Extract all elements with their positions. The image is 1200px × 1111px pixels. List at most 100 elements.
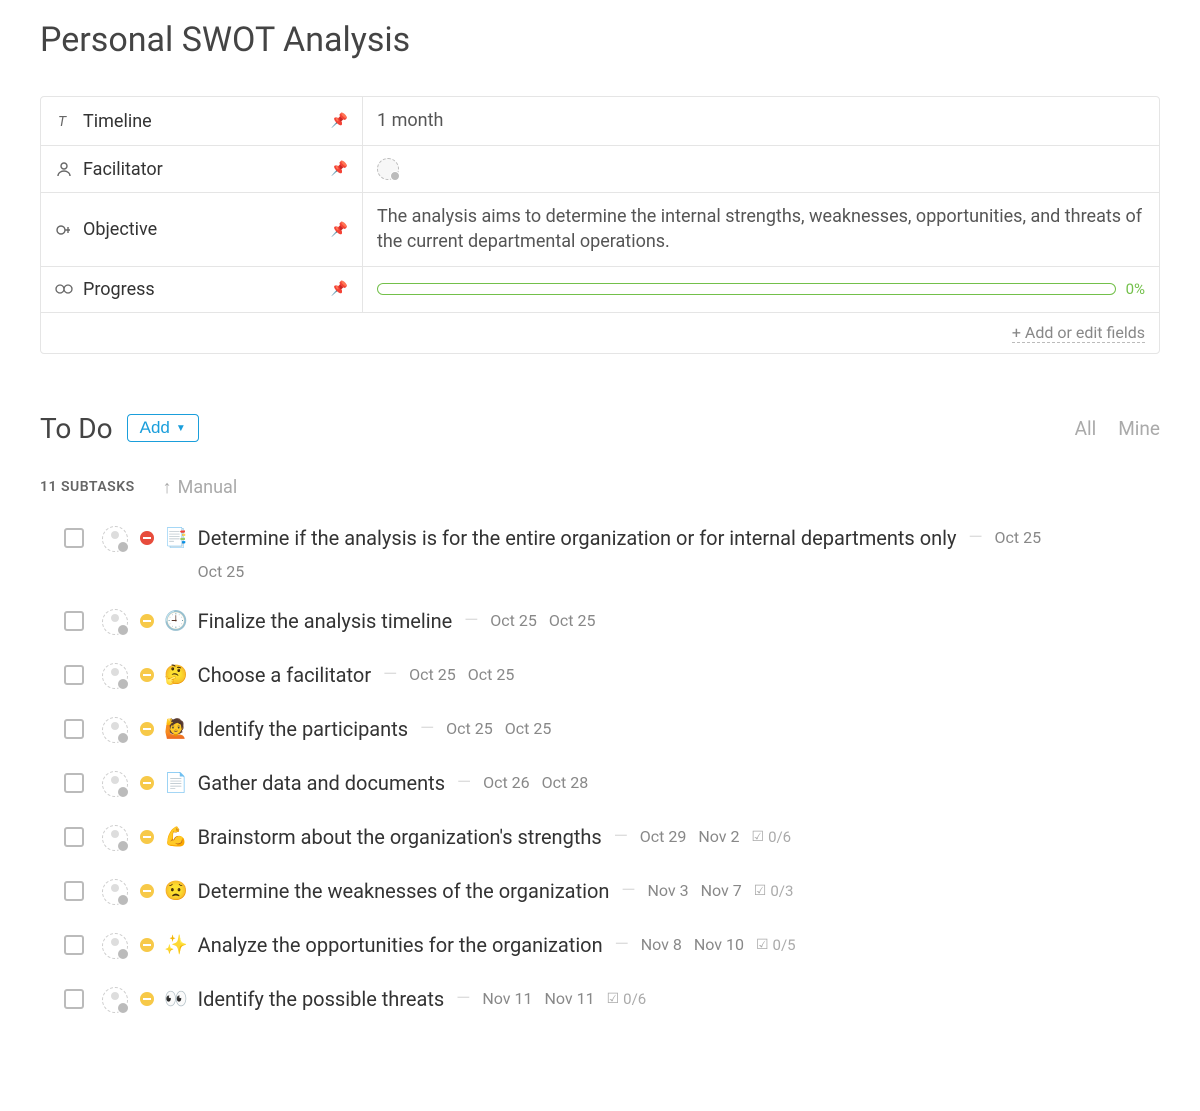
task-end-date[interactable]: Nov 7	[701, 881, 742, 900]
field-label-cell[interactable]: Objective 📌	[41, 193, 363, 266]
priority-icon[interactable]	[140, 531, 154, 545]
task-checklist-count[interactable]: ☑0/6	[752, 828, 792, 846]
task-start-date[interactable]: Oct 25	[446, 719, 493, 738]
task-title[interactable]: Brainstorm about the organization's stre…	[198, 825, 602, 849]
checkbox[interactable]	[64, 827, 84, 847]
task-end-date[interactable]: Oct 25	[468, 665, 515, 684]
task-start-date[interactable]: Nov 3	[647, 881, 688, 900]
task-title[interactable]: Determine if the analysis is for the ent…	[198, 526, 957, 550]
priority-icon[interactable]	[140, 614, 154, 628]
checkbox[interactable]	[64, 881, 84, 901]
subtask-row[interactable]: 📑Determine if the analysis is for the en…	[64, 526, 1160, 581]
filter-mine[interactable]: Mine	[1118, 417, 1160, 440]
assignee-placeholder-icon[interactable]	[102, 717, 128, 743]
task-body: Gather data and documents—Oct 26Oct 28	[198, 771, 1160, 795]
task-start-date[interactable]: Nov 8	[641, 935, 682, 954]
task-start-date[interactable]: Oct 25	[995, 528, 1042, 547]
task-body: Choose a facilitator — Oct 25 Oct 25	[198, 663, 1160, 687]
task-start-date[interactable]: Oct 25	[409, 665, 456, 684]
task-end-date[interactable]: Oct 25	[505, 719, 552, 738]
separator-icon: —	[614, 826, 628, 847]
checkbox[interactable]	[64, 773, 84, 793]
separator-icon: —	[383, 664, 397, 685]
subtask-row[interactable]: ✨Analyze the opportunities for the organ…	[64, 933, 1160, 959]
task-checklist-count[interactable]: ☑0/3	[754, 882, 794, 900]
subtask-row[interactable]: 🕘Finalize the analysis timeline—Oct 25Oc…	[64, 609, 1160, 635]
field-value-cell[interactable]: The analysis aims to determine the inter…	[363, 193, 1159, 266]
checkbox[interactable]	[64, 665, 84, 685]
checkbox[interactable]	[64, 935, 84, 955]
task-end-date[interactable]: Oct 25	[198, 562, 245, 581]
task-title[interactable]: Finalize the analysis timeline	[198, 609, 453, 633]
sort-mode[interactable]: ↑ Manual	[163, 477, 238, 498]
task-start-date[interactable]: Oct 25	[490, 611, 537, 630]
field-value: 1 month	[377, 109, 443, 133]
task-end-date[interactable]: Oct 25	[549, 611, 596, 630]
field-label-cell[interactable]: Facilitator 📌	[41, 146, 363, 192]
priority-icon[interactable]	[140, 668, 154, 682]
assignee-placeholder-icon[interactable]	[377, 158, 399, 180]
arrow-up-icon: ↑	[163, 477, 172, 498]
task-title[interactable]: Identify the participants	[198, 717, 408, 741]
task-start-date[interactable]: Oct 26	[483, 773, 530, 792]
field-label: Facilitator	[83, 159, 163, 180]
assignee-placeholder-icon[interactable]	[102, 933, 128, 959]
assignee-placeholder-icon[interactable]	[102, 663, 128, 689]
priority-icon[interactable]	[140, 776, 154, 790]
priority-icon[interactable]	[140, 884, 154, 898]
add-button[interactable]: Add ▼	[127, 414, 199, 442]
subtask-row[interactable]: 📄Gather data and documents—Oct 26Oct 28	[64, 771, 1160, 797]
field-label-cell[interactable]: T Timeline 📌	[41, 97, 363, 145]
checklist-value: 0/6	[623, 990, 646, 1008]
add-edit-fields-link[interactable]: + Add or edit fields	[1012, 323, 1145, 343]
task-end-date[interactable]: Nov 11	[544, 989, 594, 1008]
task-emoji-icon: 👀	[164, 987, 188, 1010]
task-title[interactable]: Choose a facilitator	[198, 663, 371, 687]
field-value-cell[interactable]: 1 month	[363, 97, 1159, 145]
checkbox[interactable]	[64, 528, 84, 548]
subtask-row[interactable]: 💪 Brainstorm about the organization's str…	[64, 825, 1160, 851]
checkbox[interactable]	[64, 611, 84, 631]
task-title[interactable]: Gather data and documents	[198, 771, 445, 795]
assignee-placeholder-icon[interactable]	[102, 609, 128, 635]
task-start-date[interactable]: Nov 11	[482, 989, 532, 1008]
pin-icon[interactable]: 📌	[331, 161, 348, 177]
subtask-row[interactable]: 🙋Identify the participants—Oct 25Oct 25	[64, 717, 1160, 743]
checklist-icon: ☑	[756, 937, 769, 953]
pin-icon[interactable]: 📌	[331, 281, 348, 297]
subtask-list: 📑Determine if the analysis is for the en…	[40, 526, 1160, 1013]
task-checklist-count[interactable]: ☑0/5	[756, 936, 796, 954]
task-title[interactable]: Identify the possible threats	[198, 987, 445, 1011]
field-value-cell[interactable]	[363, 146, 1159, 192]
task-end-date[interactable]: Nov 2	[698, 827, 739, 846]
subtask-row[interactable]: 😟Determine the weaknesses of the organiz…	[64, 879, 1160, 905]
priority-icon[interactable]	[140, 938, 154, 952]
field-value-cell[interactable]: 0%	[363, 267, 1159, 312]
section-title: To Do	[40, 412, 113, 445]
task-emoji-icon: 📄	[164, 771, 188, 794]
field-row-facilitator: Facilitator 📌	[41, 146, 1159, 193]
task-checklist-count[interactable]: ☑0/6	[607, 990, 647, 1008]
pin-icon[interactable]: 📌	[331, 222, 348, 238]
task-start-date[interactable]: Oct 29	[640, 827, 687, 846]
filter-all[interactable]: All	[1075, 417, 1097, 440]
task-end-date[interactable]: Nov 10	[694, 935, 744, 954]
checkbox[interactable]	[64, 719, 84, 739]
subtask-row[interactable]: 👀Identify the possible threats—Nov 11Nov…	[64, 987, 1160, 1013]
subtask-row[interactable]: 🤔Choose a facilitator—Oct 25Oct 25	[64, 663, 1160, 689]
assignee-placeholder-icon[interactable]	[102, 526, 128, 552]
task-title[interactable]: Determine the weaknesses of the organiza…	[198, 879, 610, 903]
priority-icon[interactable]	[140, 830, 154, 844]
assignee-placeholder-icon[interactable]	[102, 771, 128, 797]
pin-icon[interactable]: 📌	[331, 113, 348, 129]
assignee-placeholder-icon[interactable]	[102, 879, 128, 905]
task-title[interactable]: Analyze the opportunities for the organi…	[198, 933, 603, 957]
checkbox[interactable]	[64, 989, 84, 1009]
task-emoji-icon: 💪	[164, 825, 188, 848]
priority-icon[interactable]	[140, 992, 154, 1006]
field-label-cell[interactable]: Progress 📌	[41, 267, 363, 312]
task-end-date[interactable]: Oct 28	[542, 773, 589, 792]
assignee-placeholder-icon[interactable]	[102, 825, 128, 851]
priority-icon[interactable]	[140, 722, 154, 736]
assignee-placeholder-icon[interactable]	[102, 987, 128, 1013]
